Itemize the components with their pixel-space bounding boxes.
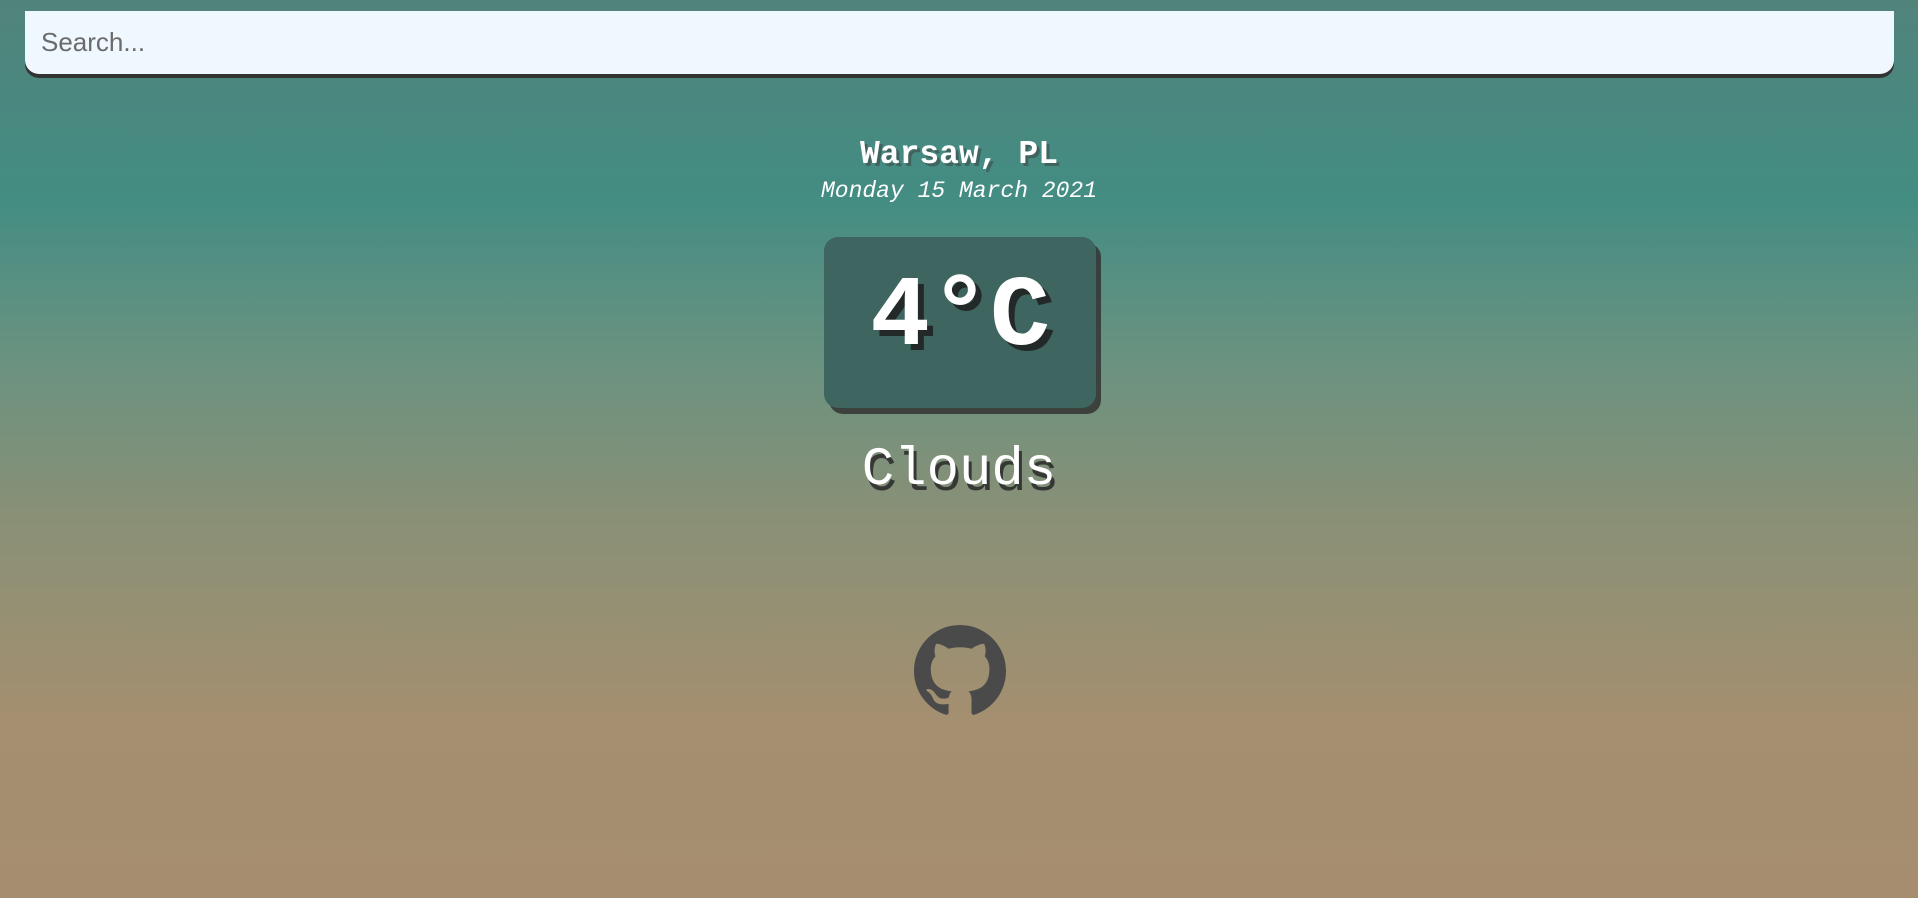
location-title: Warsaw, PL	[859, 136, 1059, 173]
current-date: Monday 15 March 2021	[820, 178, 1098, 204]
search-bar	[25, 11, 1894, 74]
weather-condition: Clouds	[861, 440, 1057, 501]
search-input[interactable]	[25, 11, 1894, 74]
temperature-box: 4°C	[824, 237, 1096, 408]
temperature-value: 4°C	[869, 261, 1051, 375]
github-link[interactable]	[914, 625, 1006, 717]
github-icon	[914, 625, 1006, 715]
